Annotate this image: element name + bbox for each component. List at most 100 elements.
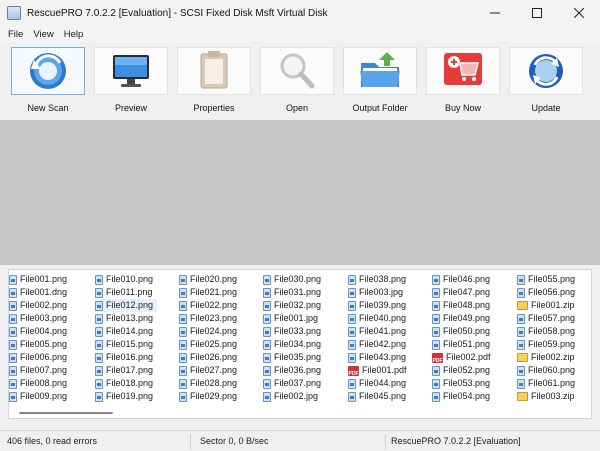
file-item[interactable]: File002.jpg (263, 390, 325, 403)
file-item[interactable]: File042.png (348, 338, 411, 351)
file-item[interactable]: File054.png (432, 390, 495, 403)
buy-now-button[interactable]: Buy Now (424, 47, 502, 119)
file-item[interactable]: File001.zip (517, 299, 579, 312)
file-item[interactable]: File041.png (348, 325, 411, 338)
file-item[interactable]: File013.png (95, 312, 157, 325)
file-item[interactable]: File036.png (263, 364, 325, 377)
scan-tree-pane[interactable] (0, 120, 600, 265)
file-item[interactable]: File037.png (263, 377, 325, 390)
file-item[interactable]: File050.png (432, 325, 495, 338)
file-item[interactable]: File023.png (179, 312, 241, 325)
file-item[interactable]: File025.png (179, 338, 241, 351)
file-item[interactable]: File014.png (95, 325, 157, 338)
minimize-button[interactable] (474, 0, 516, 26)
file-item[interactable]: File028.png (179, 377, 241, 390)
file-item[interactable]: File002.zip (517, 351, 579, 364)
file-name: File013.png (106, 313, 154, 323)
file-item[interactable]: File005.png (9, 338, 71, 351)
file-item[interactable]: File043.png (348, 351, 411, 364)
file-item[interactable]: File017.png (95, 364, 157, 377)
file-item[interactable]: File055.png (517, 273, 579, 286)
file-item[interactable]: File031.png (263, 286, 325, 299)
file-item[interactable]: File010.png (95, 273, 157, 286)
file-item[interactable]: File002.png (9, 299, 71, 312)
close-icon (574, 8, 584, 18)
preview-button[interactable]: Preview (92, 47, 170, 119)
file-item[interactable]: File003.jpg (348, 286, 411, 299)
image-file-icon (517, 313, 525, 324)
file-item[interactable]: File004.png (9, 325, 71, 338)
file-item[interactable]: File027.png (179, 364, 241, 377)
file-item[interactable]: File045.png (348, 390, 411, 403)
file-item[interactable]: File048.png (432, 299, 495, 312)
file-item[interactable]: File058.png (517, 325, 579, 338)
file-item[interactable]: File035.png (263, 351, 325, 364)
file-item[interactable]: File057.png (517, 312, 579, 325)
file-item[interactable]: File060.png (517, 364, 579, 377)
file-item[interactable]: File034.png (263, 338, 325, 351)
file-item[interactable]: File049.png (432, 312, 495, 325)
output-folder-button[interactable]: Output Folder (341, 47, 419, 119)
file-list[interactable]: File001.png File001.dng File002.png File003… (8, 269, 592, 419)
file-item[interactable]: File029.png (179, 390, 241, 403)
file-item[interactable]: File033.png (263, 325, 325, 338)
menu-file[interactable]: File (3, 29, 28, 40)
image-file-icon (517, 326, 525, 337)
new-scan-icon (30, 53, 66, 89)
maximize-button[interactable] (516, 0, 558, 26)
scrollbar-thumb[interactable] (19, 412, 113, 414)
file-item[interactable]: File011.png (95, 286, 157, 299)
file-item[interactable]: File016.png (95, 351, 157, 364)
file-item[interactable]: File030.png (263, 273, 325, 286)
file-item[interactable]: File024.png (179, 325, 241, 338)
image-file-icon (432, 365, 440, 376)
file-item[interactable]: File012.png (95, 299, 158, 312)
file-item[interactable]: File039.png (348, 299, 411, 312)
file-item[interactable]: File056.png (517, 286, 579, 299)
file-item[interactable]: File032.png (263, 299, 325, 312)
file-name: File002.jpg (274, 391, 319, 401)
file-item[interactable]: File007.png (9, 364, 71, 377)
file-item[interactable]: File061.png (517, 377, 579, 390)
file-item[interactable]: File026.png (179, 351, 241, 364)
image-file-icon (517, 274, 525, 285)
file-name: File036.png (274, 365, 322, 375)
file-item[interactable]: File001.dng (9, 286, 71, 299)
file-item[interactable]: File038.png (348, 273, 411, 286)
file-item[interactable]: PDF File002.pdf (432, 351, 495, 364)
file-item[interactable]: File051.png (432, 338, 495, 351)
file-item[interactable]: File003.png (9, 312, 71, 325)
file-item[interactable]: File009.png (9, 390, 71, 403)
file-item[interactable]: File008.png (9, 377, 71, 390)
file-item[interactable]: File018.png (95, 377, 157, 390)
file-item[interactable]: File001.jpg (263, 312, 325, 325)
new-scan-button[interactable]: New Scan (9, 47, 87, 119)
file-item[interactable]: File040.png (348, 312, 411, 325)
menu-bar: File View Help (0, 26, 600, 42)
horizontal-scrollbar[interactable] (9, 408, 591, 418)
file-item[interactable]: File059.png (517, 338, 579, 351)
file-item[interactable]: File003.zip (517, 390, 579, 403)
file-item[interactable]: PDF File001.pdf (348, 364, 411, 377)
image-file-icon (432, 300, 440, 311)
file-item[interactable]: File021.png (179, 286, 241, 299)
file-item[interactable]: File019.png (95, 390, 157, 403)
file-name: File045.png (359, 391, 407, 401)
image-file-icon (179, 365, 187, 376)
file-name: File031.png (274, 287, 322, 297)
file-item[interactable]: File046.png (432, 273, 495, 286)
close-button[interactable] (558, 0, 600, 26)
file-item[interactable]: File053.png (432, 377, 495, 390)
file-item[interactable]: File006.png (9, 351, 71, 364)
open-button[interactable]: Open (258, 47, 336, 119)
file-item[interactable]: File015.png (95, 338, 157, 351)
menu-help[interactable]: Help (59, 29, 89, 40)
file-name: File043.png (359, 352, 407, 362)
file-item[interactable]: File020.png (179, 273, 241, 286)
properties-button[interactable]: Properties (175, 47, 253, 119)
menu-view[interactable]: View (28, 29, 58, 40)
file-item[interactable]: File001.png (9, 273, 71, 286)
update-button[interactable]: Update (507, 47, 585, 119)
file-item[interactable]: File022.png (179, 299, 241, 312)
file-item[interactable]: File047.png (432, 286, 495, 299)
